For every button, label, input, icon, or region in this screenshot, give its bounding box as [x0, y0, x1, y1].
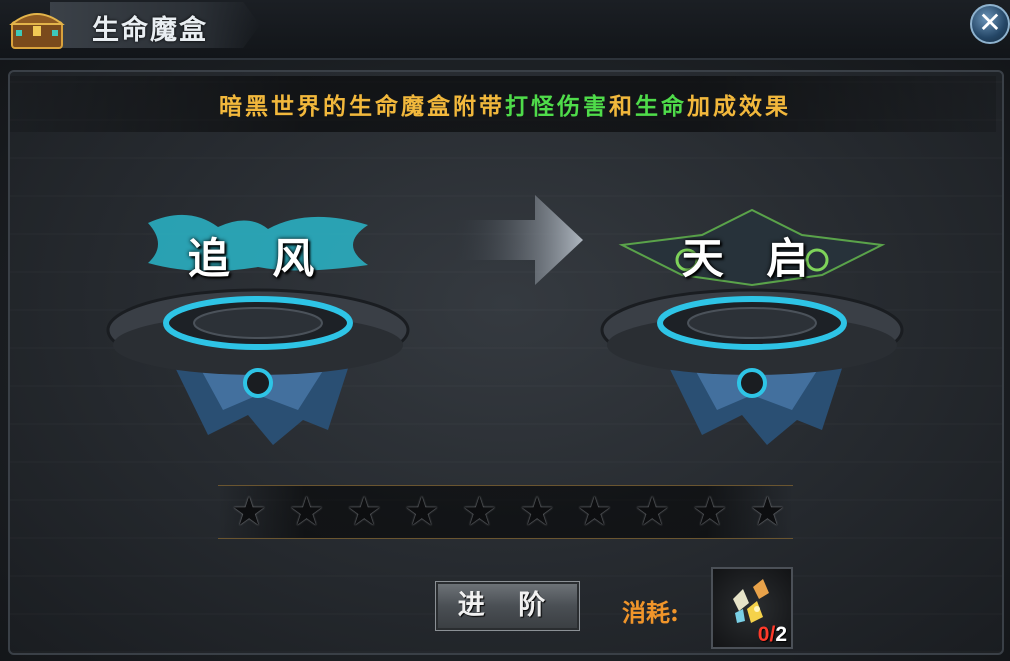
- title-bar: 生命魔盒 ✕: [0, 0, 1010, 60]
- info-description: 暗黑世界的生命魔盒附带打怪伤害和生命加成效果: [0, 87, 1010, 121]
- star-7: ★: [576, 489, 613, 535]
- life-magic-box-window: 生命魔盒 ✕ 暗黑世界的生命魔盒附带打怪伤害和生命加成效果 追 风 天 启 ★ …: [0, 0, 1010, 661]
- window-title: 生命魔盒: [92, 15, 208, 46]
- cost-need: 2: [775, 623, 787, 646]
- cost-have: 0: [757, 623, 770, 646]
- current-rank-name: 追 风: [187, 234, 329, 283]
- star-9: ★: [691, 489, 728, 535]
- info-text-part: 和: [609, 93, 635, 120]
- star-4: ★: [403, 489, 440, 535]
- info-text-part: 加成效果: [687, 93, 791, 120]
- cost-count: 0/2: [758, 623, 787, 647]
- next-rank-name: 天 启: [681, 234, 823, 283]
- info-highlight-damage: 打怪伤害: [505, 93, 609, 120]
- cost-item-slot[interactable]: 0/2: [711, 567, 793, 649]
- info-text-part: 暗黑世界的生命魔盒附带: [219, 93, 505, 120]
- star-8: ★: [634, 489, 671, 535]
- star-3: ★: [346, 489, 383, 535]
- cost-label: 消耗:: [622, 598, 679, 627]
- advance-button[interactable]: 进 阶: [435, 581, 580, 631]
- star-1: ★: [231, 489, 267, 535]
- star-10: ★: [749, 489, 786, 535]
- upgrade-arrow-icon: [455, 195, 583, 285]
- star-2: ★: [288, 489, 325, 535]
- star-5: ★: [461, 489, 498, 535]
- star-6: ★: [519, 489, 555, 535]
- treasure-chest-icon: [9, 13, 65, 49]
- info-highlight-life: 生命: [635, 93, 687, 120]
- next-rank-platform: 天 启: [592, 205, 912, 465]
- close-icon[interactable]: ✕: [970, 4, 1010, 44]
- current-rank-platform: 追 风: [98, 205, 418, 465]
